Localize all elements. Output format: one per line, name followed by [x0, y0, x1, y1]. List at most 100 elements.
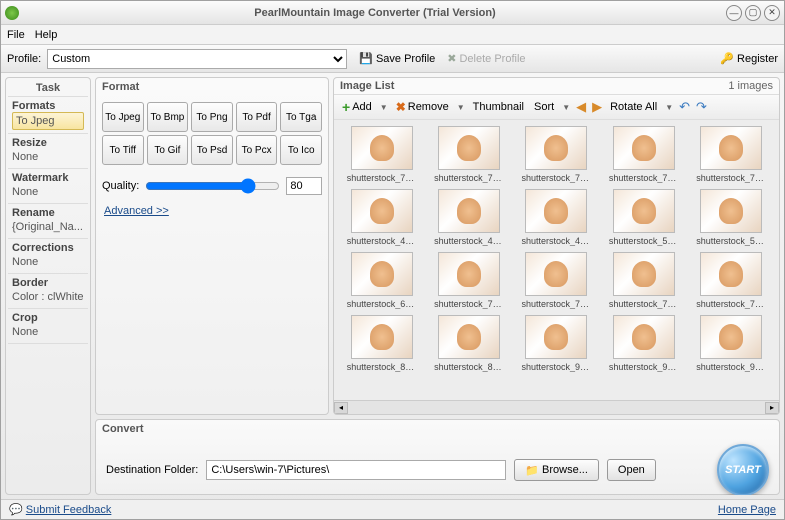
key-icon: 🔑 — [720, 52, 734, 65]
minimize-button[interactable]: — — [726, 5, 742, 21]
format-btn-to-tga[interactable]: To Tga — [280, 102, 322, 132]
submit-feedback-link[interactable]: Submit Feedback — [26, 504, 112, 516]
task-item-title: Corrections — [12, 242, 84, 254]
thumbnail-item[interactable]: shutterstock_83199... — [427, 315, 510, 372]
maximize-button[interactable]: ▢ — [745, 5, 761, 21]
task-item-watermark[interactable]: WatermarkNone — [8, 169, 88, 204]
task-panel: Task FormatsTo JpegResizeNoneWatermarkNo… — [5, 77, 91, 495]
browse-button[interactable]: 📁Browse... — [514, 459, 599, 481]
task-item-value: Color : clWhite — [12, 289, 84, 305]
thumbnail-item[interactable]: shutterstock_72193... — [602, 252, 685, 309]
thumbnail-item[interactable]: shutterstock_75987... — [340, 126, 423, 183]
horizontal-scrollbar[interactable]: ◂ ▸ — [334, 400, 779, 414]
task-item-resize[interactable]: ResizeNone — [8, 134, 88, 169]
format-btn-to-pdf[interactable]: To Pdf — [236, 102, 278, 132]
thumbnail-item[interactable]: shutterstock_44825... — [427, 189, 510, 246]
format-btn-to-jpeg[interactable]: To Jpeg — [102, 102, 144, 132]
thumbnail-caption: shutterstock_70341... — [521, 299, 591, 309]
task-item-rename[interactable]: Rename{Original_Na... — [8, 204, 88, 239]
sort-button[interactable]: Sort — [532, 100, 556, 114]
task-item-crop[interactable]: CropNone — [8, 309, 88, 344]
task-item-corrections[interactable]: CorrectionsNone — [8, 239, 88, 274]
thumbnail-caption: shutterstock_79987... — [696, 299, 766, 309]
prev-icon[interactable]: ◀ — [576, 99, 586, 115]
quality-slider[interactable] — [145, 178, 280, 194]
format-btn-to-tiff[interactable]: To Tiff — [102, 135, 144, 165]
thumbnail-item[interactable]: shutterstock_93763... — [602, 315, 685, 372]
close-button[interactable]: ✕ — [764, 5, 780, 21]
thumbnail-item[interactable]: shutterstock_70051... — [427, 252, 510, 309]
thumbnail-item[interactable]: shutterstock_70341... — [515, 252, 598, 309]
open-button[interactable]: Open — [607, 459, 656, 481]
thumbnail-caption: shutterstock_95676... — [696, 362, 766, 372]
profile-select[interactable]: Custom — [47, 49, 347, 69]
thumbnail-image — [613, 126, 675, 170]
sort-dropdown-icon[interactable]: ▼ — [562, 103, 570, 112]
thumbnail-item[interactable]: shutterstock_75987... — [515, 126, 598, 183]
thumbnail-item[interactable]: shutterstock_66900... — [340, 252, 423, 309]
dest-folder-input[interactable] — [206, 460, 506, 480]
thumbnail-item[interactable]: shutterstock_80504... — [340, 315, 423, 372]
statusbar: 💬 Submit Feedback Home Page — [1, 499, 784, 519]
imagelist-toolbar: +Add ▼ ✖Remove ▼ Thumbnail Sort ▼ ◀ ▶ Ro… — [334, 94, 779, 120]
advanced-link[interactable]: Advanced >> — [96, 201, 328, 221]
task-item-value: {Original_Na... — [12, 219, 84, 235]
thumbnail-item[interactable]: shutterstock_75987... — [690, 126, 773, 183]
thumbnail-item[interactable]: shutterstock_75987... — [602, 126, 685, 183]
task-item-value: To Jpeg — [12, 112, 84, 130]
thumbnail-item[interactable]: shutterstock_48115... — [515, 189, 598, 246]
rotate-dropdown-icon[interactable]: ▼ — [665, 103, 673, 112]
thumbnail-item[interactable]: shutterstock_44825... — [340, 189, 423, 246]
add-button[interactable]: +Add — [340, 98, 374, 116]
thumbnail-area[interactable]: shutterstock_75987...shutterstock_75987.… — [334, 120, 779, 400]
delete-profile-button[interactable]: ✖ Delete Profile — [447, 52, 525, 65]
app-window: PearlMountain Image Converter (Trial Ver… — [0, 0, 785, 520]
task-item-title: Resize — [12, 137, 84, 149]
thumbnail-image — [700, 126, 762, 170]
remove-dropdown-icon[interactable]: ▼ — [457, 103, 465, 112]
format-btn-to-ico[interactable]: To Ico — [280, 135, 322, 165]
format-btn-to-psd[interactable]: To Psd — [191, 135, 233, 165]
thumbnail-item[interactable]: shutterstock_95676... — [690, 315, 773, 372]
thumbnail-image — [438, 252, 500, 296]
thumbnail-image — [700, 315, 762, 359]
thumbnail-caption: shutterstock_75987... — [696, 173, 766, 183]
save-profile-button[interactable]: 💾 Save Profile — [359, 52, 435, 65]
format-btn-to-gif[interactable]: To Gif — [147, 135, 189, 165]
thumbnail-item[interactable]: shutterstock_52322... — [602, 189, 685, 246]
next-icon[interactable]: ▶ — [592, 99, 602, 115]
rotate-all-button[interactable]: Rotate All — [608, 100, 659, 114]
remove-button[interactable]: ✖Remove — [394, 99, 451, 115]
rotate-left-icon[interactable]: ↶ — [679, 99, 690, 115]
thumbnail-item[interactable]: shutterstock_93613... — [515, 315, 598, 372]
task-item-border[interactable]: BorderColor : clWhite — [8, 274, 88, 309]
format-btn-to-png[interactable]: To Png — [191, 102, 233, 132]
task-item-formats[interactable]: FormatsTo Jpeg — [8, 97, 88, 134]
quality-input[interactable] — [286, 177, 322, 195]
scroll-left-button[interactable]: ◂ — [334, 402, 348, 414]
menu-file[interactable]: File — [7, 29, 25, 41]
thumbnail-image — [525, 252, 587, 296]
rotate-right-icon[interactable]: ↷ — [696, 99, 707, 115]
thumbnail-item[interactable]: shutterstock_79987... — [690, 252, 773, 309]
thumbnail-caption: shutterstock_66900... — [347, 299, 417, 309]
format-btn-to-pcx[interactable]: To Pcx — [236, 135, 278, 165]
task-item-title: Crop — [12, 312, 84, 324]
format-btn-to-bmp[interactable]: To Bmp — [147, 102, 189, 132]
profile-toolbar: Profile: Custom 💾 Save Profile ✖ Delete … — [1, 45, 784, 73]
thumbnail-item[interactable]: shutterstock_75987... — [427, 126, 510, 183]
thumbnail-item[interactable]: shutterstock_55630... — [690, 189, 773, 246]
dest-folder-label: Destination Folder: — [106, 464, 198, 476]
home-page-link[interactable]: Home Page — [718, 504, 776, 516]
scroll-right-button[interactable]: ▸ — [765, 402, 779, 414]
start-button[interactable]: START — [717, 444, 769, 495]
profile-label: Profile: — [7, 53, 41, 65]
register-button[interactable]: 🔑 Register — [720, 52, 778, 65]
thumbnail-button[interactable]: Thumbnail — [471, 100, 526, 114]
thumbnail-image — [438, 126, 500, 170]
add-dropdown-icon[interactable]: ▼ — [380, 103, 388, 112]
thumbnail-caption: shutterstock_83199... — [434, 362, 504, 372]
menu-help[interactable]: Help — [35, 29, 58, 41]
task-item-title: Border — [12, 277, 84, 289]
save-icon: 💾 — [359, 52, 373, 65]
